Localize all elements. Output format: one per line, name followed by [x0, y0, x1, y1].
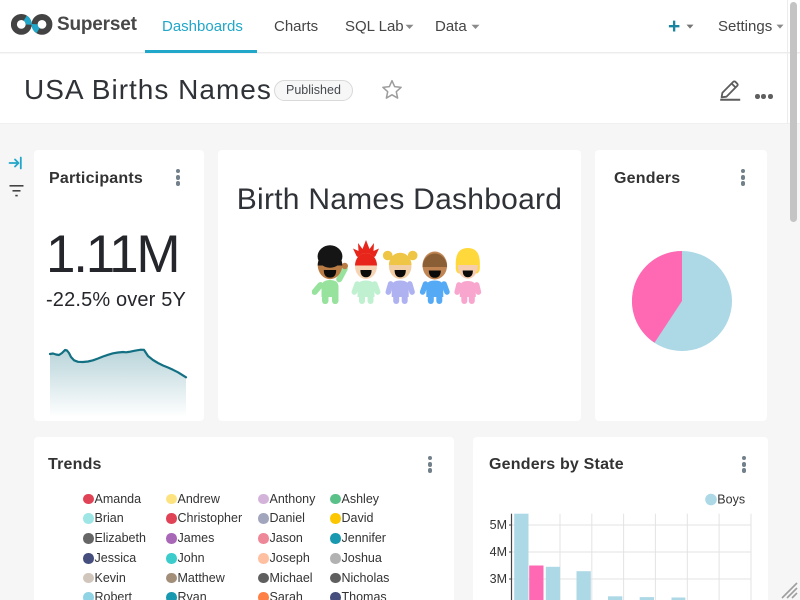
svg-text:5M: 5M — [490, 518, 507, 532]
svg-text:Boys: Boys — [717, 493, 745, 507]
svg-text:4M: 4M — [490, 545, 507, 559]
svg-text:3M: 3M — [490, 572, 507, 586]
